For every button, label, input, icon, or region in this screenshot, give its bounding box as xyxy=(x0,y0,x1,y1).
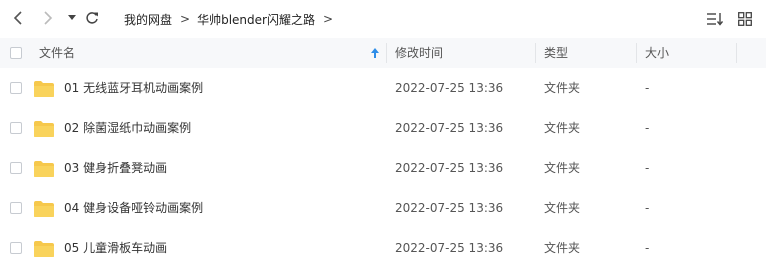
file-name[interactable]: 05 儿童滑板车动画 xyxy=(64,228,167,268)
column-header-type[interactable]: 类型 xyxy=(544,38,568,68)
view-controls xyxy=(706,10,754,28)
table-row[interactable]: 03 健身折叠凳动画 2022-07-25 13:36 文件夹 - xyxy=(0,148,766,188)
file-modified: 2022-07-25 13:36 xyxy=(395,161,504,175)
file-size: - xyxy=(645,241,650,255)
column-divider xyxy=(386,43,387,63)
file-modified: 2022-07-25 13:36 xyxy=(395,201,504,215)
file-type: 文件夹 xyxy=(544,161,581,175)
table-row[interactable]: 02 除菌湿纸巾动画案例 2022-07-25 13:36 文件夹 - xyxy=(0,108,766,148)
file-modified: 2022-07-25 13:36 xyxy=(395,121,504,135)
select-all-checkbox[interactable] xyxy=(10,47,22,59)
forward-arrow-icon[interactable] xyxy=(40,10,56,26)
folder-icon xyxy=(34,161,54,177)
breadcrumb-item-current-folder[interactable]: 华帅blender闪耀之路 xyxy=(197,11,315,28)
folder-icon xyxy=(34,241,54,257)
breadcrumb-separator: > xyxy=(322,12,334,26)
column-divider xyxy=(736,43,737,63)
dropdown-triangle-icon[interactable] xyxy=(64,10,80,26)
sort-ascending-icon[interactable] xyxy=(370,48,380,58)
column-divider xyxy=(636,43,637,63)
breadcrumb-separator: > xyxy=(180,12,191,26)
row-checkbox[interactable] xyxy=(10,242,22,254)
file-name[interactable]: 01 无线蓝牙耳机动画案例 xyxy=(64,68,203,108)
table-row[interactable]: 04 健身设备哑铃动画案例 2022-07-25 13:36 文件夹 - xyxy=(0,188,766,228)
toolbar: 我的网盘 > 华帅blender闪耀之路 > xyxy=(0,0,766,38)
file-size: - xyxy=(645,121,650,135)
folder-icon xyxy=(34,201,54,217)
grid-view-icon[interactable] xyxy=(736,10,754,28)
file-name[interactable]: 03 健身折叠凳动画 xyxy=(64,148,167,188)
breadcrumb-item-root[interactable]: 我的网盘 xyxy=(124,11,172,28)
row-checkbox[interactable] xyxy=(10,202,22,214)
back-arrow-icon[interactable] xyxy=(10,10,26,26)
folder-icon xyxy=(34,121,54,137)
file-type: 文件夹 xyxy=(544,241,581,255)
file-modified: 2022-07-25 13:36 xyxy=(395,241,504,255)
file-size: - xyxy=(645,201,650,215)
file-size: - xyxy=(645,161,650,175)
file-type: 文件夹 xyxy=(544,121,581,135)
table-row[interactable]: 01 无线蓝牙耳机动画案例 2022-07-25 13:36 文件夹 - xyxy=(0,68,766,108)
sort-list-icon[interactable] xyxy=(706,10,724,28)
row-checkbox[interactable] xyxy=(10,82,22,94)
file-name[interactable]: 02 除菌湿纸巾动画案例 xyxy=(64,108,191,148)
file-size: - xyxy=(645,81,650,95)
table-row[interactable]: 05 儿童滑板车动画 2022-07-25 13:36 文件夹 - xyxy=(0,228,766,268)
row-checkbox[interactable] xyxy=(10,122,22,134)
refresh-icon[interactable] xyxy=(84,10,100,26)
column-header-name[interactable]: 文件名 xyxy=(39,38,75,68)
column-divider xyxy=(535,43,536,63)
table-header: 文件名 修改时间 类型 大小 xyxy=(0,38,766,68)
row-checkbox[interactable] xyxy=(10,162,22,174)
column-header-modified[interactable]: 修改时间 xyxy=(395,38,443,68)
column-header-size[interactable]: 大小 xyxy=(645,38,669,68)
file-modified: 2022-07-25 13:36 xyxy=(395,81,504,95)
file-type: 文件夹 xyxy=(544,81,581,95)
file-type: 文件夹 xyxy=(544,201,581,215)
folder-icon xyxy=(34,81,54,97)
file-name[interactable]: 04 健身设备哑铃动画案例 xyxy=(64,188,203,228)
breadcrumb: 我的网盘 > 华帅blender闪耀之路 > xyxy=(124,10,340,28)
